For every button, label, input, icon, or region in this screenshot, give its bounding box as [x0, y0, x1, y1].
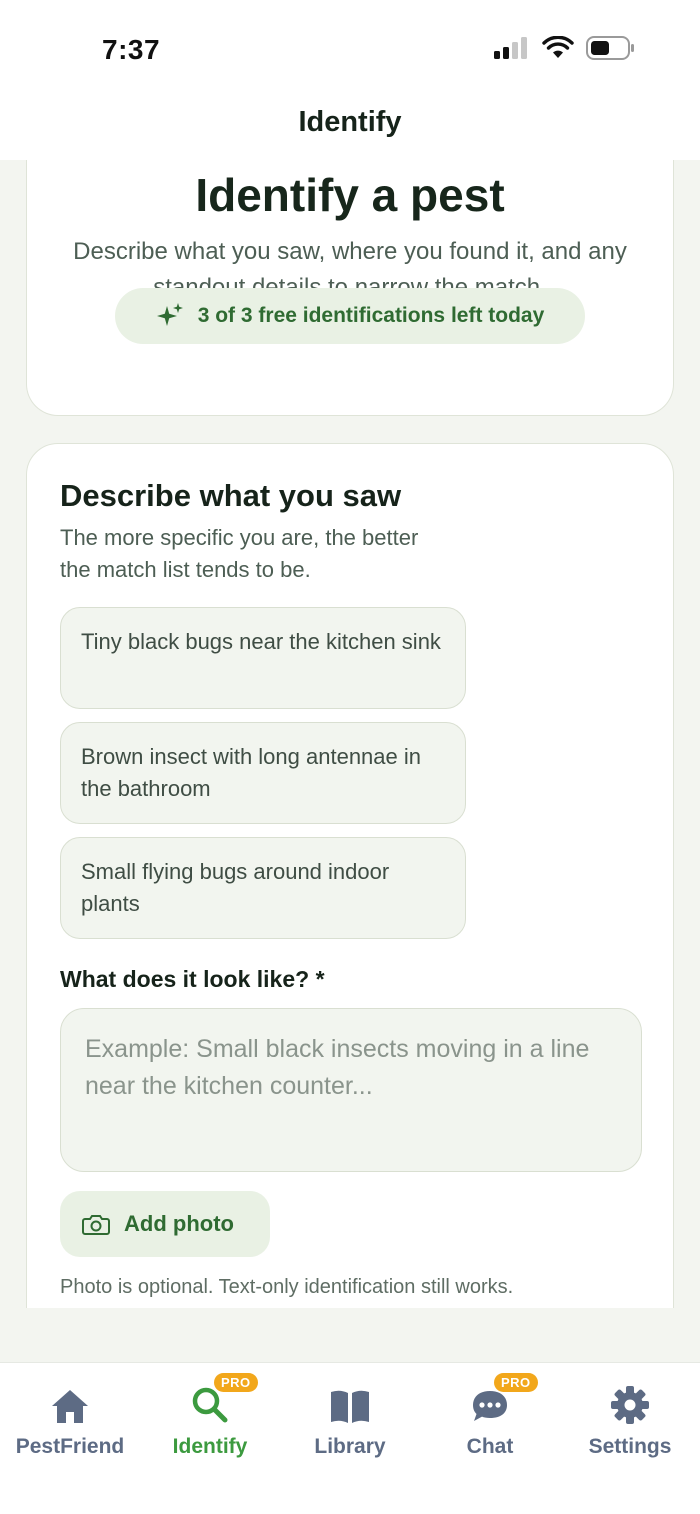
describe-subtitle: The more specific you are, the better th… [60, 525, 419, 582]
suggestion-chip[interactable]: Brown insect with long antennae in the b… [60, 722, 466, 824]
house-icon [52, 1390, 88, 1423]
sparkles-icon [156, 303, 183, 326]
top-bar: 7:37 Identify [0, 0, 700, 160]
describe-title: Describe what you saw [60, 478, 402, 513]
tab-label: Identify [172, 1435, 248, 1458]
content-scroll[interactable]: Identify a pest Describe what you saw, w… [0, 160, 700, 1308]
pro-badge: PRO [214, 1373, 258, 1392]
tab-settings[interactable]: Settings [560, 1381, 700, 1459]
tab-identify[interactable]: PRO Identify [140, 1373, 280, 1459]
battery-icon [586, 36, 634, 60]
cellular-signal-icon [494, 37, 527, 59]
status-icons [494, 36, 636, 60]
tab-library[interactable]: Library [280, 1381, 420, 1459]
quota-badge: 3 of 3 free identifications left today [115, 288, 585, 344]
tab-label: Chat [466, 1435, 514, 1458]
tab-label: Settings [588, 1435, 672, 1458]
add-photo-label: Add photo [124, 1211, 234, 1236]
bottom-tab-bar: PestFriend PRO Identify Library PRO Chat… [0, 1362, 700, 1514]
photo-note: Photo is optional. Text-only identificat… [60, 1276, 514, 1298]
description-field-label: What does it look like? * [60, 966, 325, 992]
tab-chat[interactable]: PRO Chat [420, 1373, 560, 1459]
describe-card: Describe what you saw The more specific … [26, 443, 674, 1308]
status-time: 7:37 [102, 34, 161, 65]
hero-card: Identify a pest Describe what you saw, w… [26, 160, 674, 416]
tab-pestfriend[interactable]: PestFriend [0, 1381, 140, 1459]
wifi-icon [542, 36, 574, 58]
suggestion-chip[interactable]: Tiny black bugs near the kitchen sink [60, 607, 466, 709]
hero-title: Identify a pest [195, 169, 505, 221]
add-photo-button[interactable]: Add photo [60, 1191, 270, 1257]
page-title: Identify [298, 106, 402, 138]
chat-bubble-icon [473, 1391, 507, 1421]
app-root: 7:37 Identify Identify a pest Describe w… [0, 0, 700, 1514]
book-icon [331, 1390, 369, 1423]
pro-badge: PRO [494, 1373, 538, 1392]
gear-icon [611, 1386, 649, 1424]
tab-label: PestFriend [15, 1435, 125, 1458]
description-input[interactable] [60, 1008, 642, 1172]
camera-icon [82, 1215, 110, 1235]
suggestion-chip[interactable]: Small flying bugs around indoor plants [60, 837, 466, 939]
quota-text: 3 of 3 free identifications left today [197, 304, 545, 327]
tab-label: Library [314, 1435, 386, 1458]
